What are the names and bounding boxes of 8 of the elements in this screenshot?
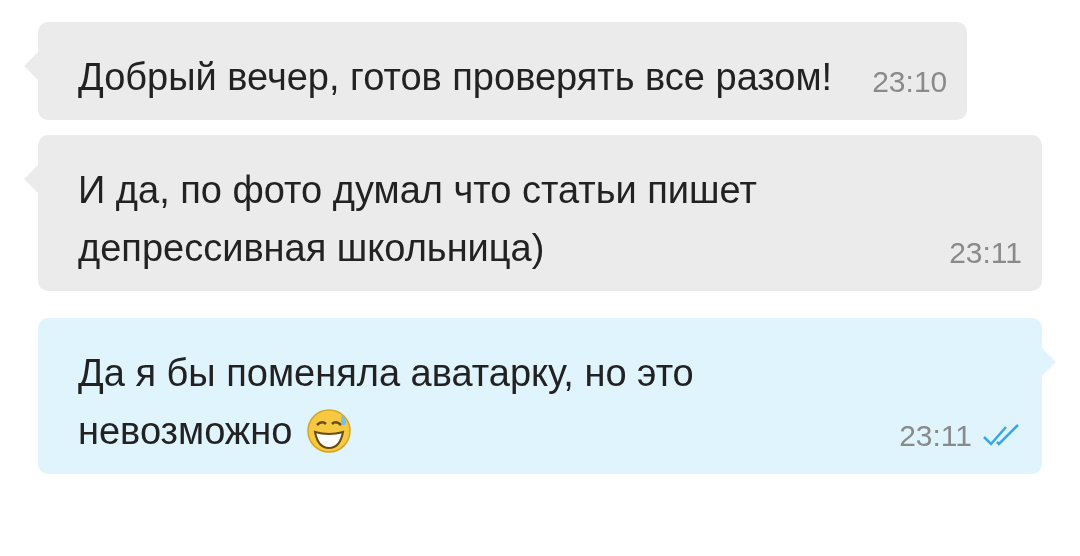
message-time: 23:11 [949,235,1022,271]
message-text: Да я бы поменяла аватарку, но это [78,351,695,396]
message-time: 23:10 [872,64,948,100]
message-text: депрессивная школьница) [78,226,545,271]
message-time: 23:11 [899,418,972,454]
message-text: И да, по фото думал что статьи пишет [78,168,758,213]
message-text: Добрый вечер, готов проверять все разом! [78,55,833,100]
message-text: невозможно [78,409,293,454]
